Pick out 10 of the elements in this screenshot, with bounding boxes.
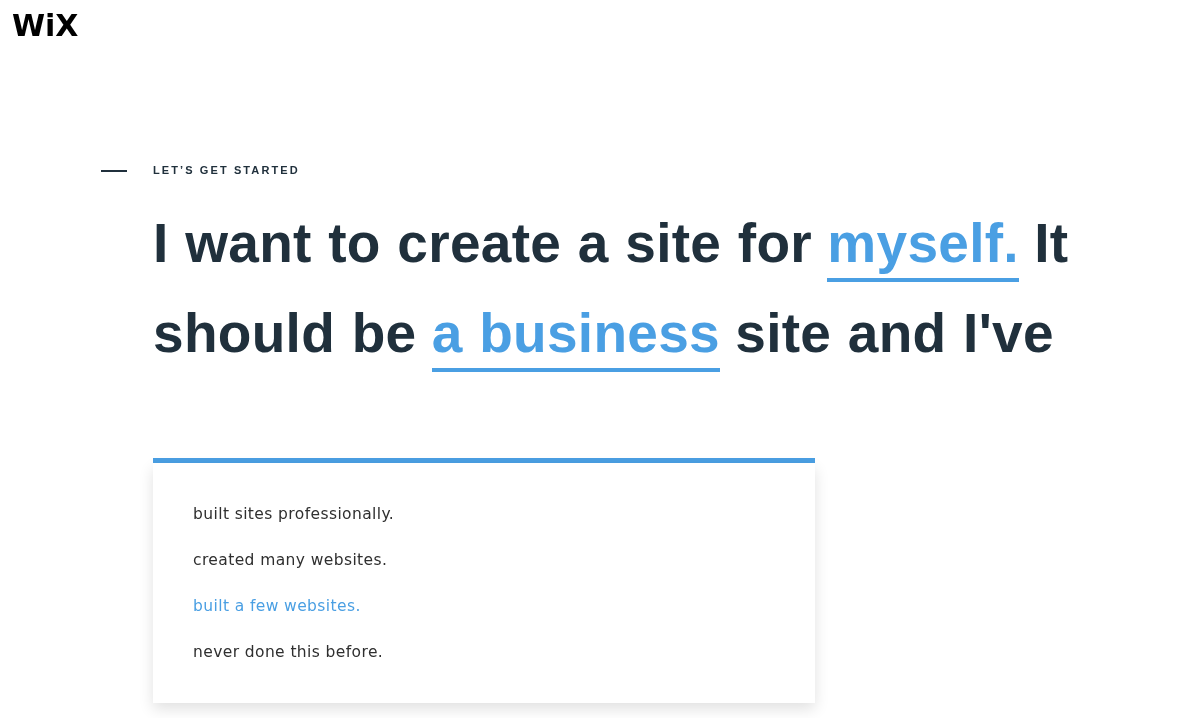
dropdown-field[interactable] — [153, 458, 815, 463]
heading-text: site and I've — [735, 302, 1054, 364]
menu-option[interactable]: created many websites. — [153, 537, 815, 583]
menu-option[interactable]: built sites professionally. — [153, 491, 815, 537]
heading-text: I want to create a site for — [153, 212, 812, 274]
menu-option[interactable]: never done this before. — [153, 629, 815, 675]
logo[interactable]: WiX — [12, 11, 79, 41]
heading-text: should be — [153, 302, 417, 364]
eyebrow-text: LET’S GET STARTED — [153, 165, 300, 176]
heading-text: It — [1034, 212, 1069, 274]
